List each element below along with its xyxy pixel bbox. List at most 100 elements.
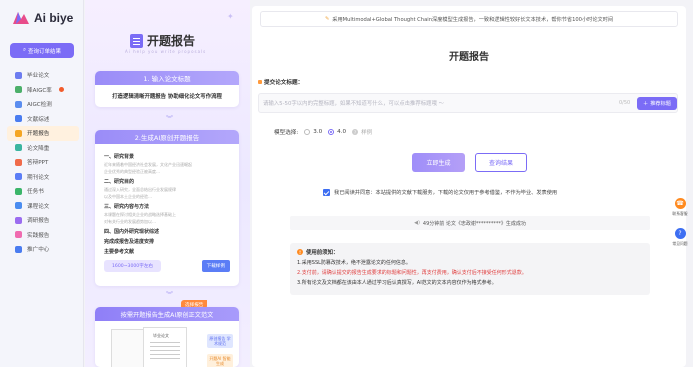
outline-heading: 二、研究目的 <box>104 179 135 185</box>
logo[interactable]: Ai biye <box>12 11 73 25</box>
sidebar-item-course-paper[interactable]: 课程论文 <box>7 199 79 214</box>
sidebar-item-proposal[interactable]: 开题报告 <box>7 126 79 141</box>
step1-card: 1. 输入论文标题 打造逻辑清晰开题报告 协助细化论文写作流程 <box>95 71 239 107</box>
megaphone-icon: ✎ <box>324 16 330 22</box>
sidebar-item-reduce-aigc[interactable]: 降AIGC率 <box>7 83 79 98</box>
model-option-label: 4.0 <box>337 129 347 135</box>
title-input[interactable] <box>263 98 603 110</box>
outline-heading: 主要参考文献 <box>104 249 135 255</box>
sidebar-item-label: 调研报告 <box>27 218 50 225</box>
warning-icon: ! <box>297 249 303 255</box>
help-icon: ? <box>352 129 359 135</box>
search-icon: ⌕ <box>22 47 27 53</box>
paper-preview: 毕业论文 <box>143 327 187 367</box>
main-panel: ✎ 采用Multimodal+Global Thought Chain深度模型生… <box>252 6 686 367</box>
outline-line: 以及中国本土企业的经验… <box>104 194 152 199</box>
activity-ticker: ◀) 49分钟前 论文《忠政谢**********》生成成功 <box>290 216 650 230</box>
outline-heading: 一、研究背景 <box>104 154 135 160</box>
banner-text: 采用Multimodal+Global Thought Chain深度模型生成报… <box>332 16 614 23</box>
sidebar-item-journal[interactable]: 期刊论文 <box>7 170 79 185</box>
graduation-icon <box>15 71 22 79</box>
feature-tag: 原创报告 学术规范 <box>207 334 233 348</box>
sidebar-item-practice[interactable]: 实践报告 <box>7 228 79 243</box>
sidebar-item-label: 文献综述 <box>27 116 50 123</box>
paper-label: 毕业论文 <box>153 333 169 338</box>
ticker-text: 49分钟前 论文《忠政谢**********》生成成功 <box>422 220 526 227</box>
sidebar-item-label: 毕业论文 <box>27 73 50 80</box>
sparkle-icon: ✦ <box>227 12 234 21</box>
sidebar-item-label: 论文降重 <box>27 145 50 152</box>
faq-widget[interactable]: ? 常见问题 <box>670 228 690 247</box>
info-banner: ✎ 采用Multimodal+Global Thought Chain深度模型生… <box>260 11 678 27</box>
step1-title: 1. 输入论文标题 <box>95 71 239 85</box>
model-sample-hint[interactable]: ? 样例 <box>352 128 372 136</box>
notice-title: ! 使用前须知： <box>297 248 643 256</box>
sidebar-item-literature-review[interactable]: 文献综述 <box>7 112 79 127</box>
outline-footer: 1600~3000字左右 下载样例 <box>104 260 230 272</box>
sidebar-item-task-book[interactable]: 任务书 <box>7 184 79 199</box>
page-title: 开题报告 <box>449 52 489 63</box>
outline-heading: 完成成报告及进度安排 <box>104 239 155 245</box>
outline-sample: 一、研究背景 近年来随着中国经济社会发展，文化产业迅速崛起 企业优秀的典型经验正… <box>95 144 239 278</box>
question-icon: ? <box>674 228 686 239</box>
outline-line: 对有关行业的发展趋势加以… <box>104 219 156 224</box>
customer-service-label: 联系客服 <box>672 211 688 216</box>
step3-title: 按需开题报告生成AI原创正文范文 <box>95 307 239 321</box>
sidebar-item-label: 期刊论文 <box>27 174 50 181</box>
hot-icon <box>58 87 64 93</box>
model-option-3[interactable]: 3.0 <box>304 129 322 135</box>
outline-heading: 四、国内外研究现状综述 <box>104 229 160 235</box>
notice-line: 3.所有论文及文档都在该由本人通过学习后认真撰写，AI范文的文本内容仅作为格式参… <box>297 280 497 286</box>
sidebar-item-label: 推广中心 <box>27 247 50 254</box>
customer-service-widget[interactable]: ☎ 联系客服 <box>670 198 690 217</box>
step2-card: 2.生成AI原创开题报告 一、研究背景 近年来随着中国经济社会发展，文化产业迅速… <box>95 130 239 286</box>
recommend-title-button[interactable]: ＋ 推荐标题 <box>637 97 677 110</box>
notice-title-text: 使用前须知： <box>306 250 339 256</box>
outline-line: 通过深入研究，全面总结出行业发展规律 <box>104 186 176 192</box>
step2-title: 2.生成AI原创开题报告 <box>95 130 239 144</box>
sidebar-item-promotion[interactable]: 推广中心 <box>7 242 79 257</box>
agree-checkbox[interactable] <box>323 189 330 196</box>
notice-line: 2.支付前，请确认提交的报告生成要求的标题和问题性，再支付费用，确认支付后不接受… <box>297 270 527 276</box>
word-count-badge: 1600~3000字左右 <box>104 260 162 272</box>
promo-title-text: 开题报告 <box>147 34 196 48</box>
sidebar-item-label: 任务书 <box>27 189 44 196</box>
plus-icon: ＋ <box>643 101 649 107</box>
aigc-detect-icon <box>15 100 22 108</box>
generate-button[interactable]: 立即生成 <box>412 153 465 172</box>
sidebar-item-survey[interactable]: 调研报告 <box>7 213 79 228</box>
query-orders-label: 查询订单结果 <box>28 48 62 55</box>
model-option-4[interactable]: 4.0 <box>328 129 346 135</box>
logo-icon <box>12 11 30 25</box>
sidebar-item-label: 实践报告 <box>27 232 50 239</box>
sidebar-item-defense-ppt[interactable]: 答辩PPT <box>7 155 79 170</box>
outline-line: 本课题在探讨相关企业的战略选择基础上 <box>104 211 176 217</box>
agreement: 我已阅读并同意：本站提供的文献下载服务，下载的论文仅用于参考借鉴，不作为毕业、发… <box>323 189 557 196</box>
step1-body: 打造逻辑清晰开题报告 协助细化论文写作流程 <box>112 94 222 100</box>
promo-title: 开题报告 <box>130 32 195 49</box>
sidebar-item-aigc-detect[interactable]: AIGC检测 <box>7 97 79 112</box>
radio-icon <box>304 129 311 135</box>
required-marker-icon <box>258 80 262 84</box>
logo-text: Ai biye <box>34 11 74 25</box>
outline-line: 近年来随着中国经济社会发展，文化产业迅速崛起 <box>104 161 192 167</box>
ppt-icon <box>15 158 22 166</box>
download-sample-button[interactable]: 下载样例 <box>201 260 230 272</box>
sidebar-item-label: 降AIGC率 <box>27 87 52 94</box>
literature-icon <box>15 115 22 123</box>
proposal-icon <box>15 129 22 137</box>
sidebar-item-graduation-paper[interactable]: 毕业论文 <box>7 68 79 83</box>
speaker-icon: ◀) <box>414 220 420 226</box>
recommend-title-label: 推荐标题 <box>650 101 671 107</box>
aigc-down-icon <box>15 86 22 94</box>
sidebar-nav: 毕业论文 降AIGC率 AIGC检测 文献综述 开题报告 论文降重 答辩PPT … <box>7 68 79 257</box>
promo-panel: ✦ 开题报告 Ai help you write proposals 1. 输入… <box>85 0 250 367</box>
sidebar-item-dedupe[interactable]: 论文降重 <box>7 141 79 156</box>
query-result-button[interactable]: 查询结果 <box>475 153 527 172</box>
sidebar-item-label: AIGC检测 <box>27 102 52 109</box>
chevron-down-icon: ︾ <box>166 291 173 299</box>
course-paper-icon <box>15 202 22 210</box>
query-orders-button[interactable]: ⌕ 查询订单结果 <box>10 43 74 58</box>
document-icon <box>130 33 143 48</box>
dedupe-icon <box>15 144 22 152</box>
